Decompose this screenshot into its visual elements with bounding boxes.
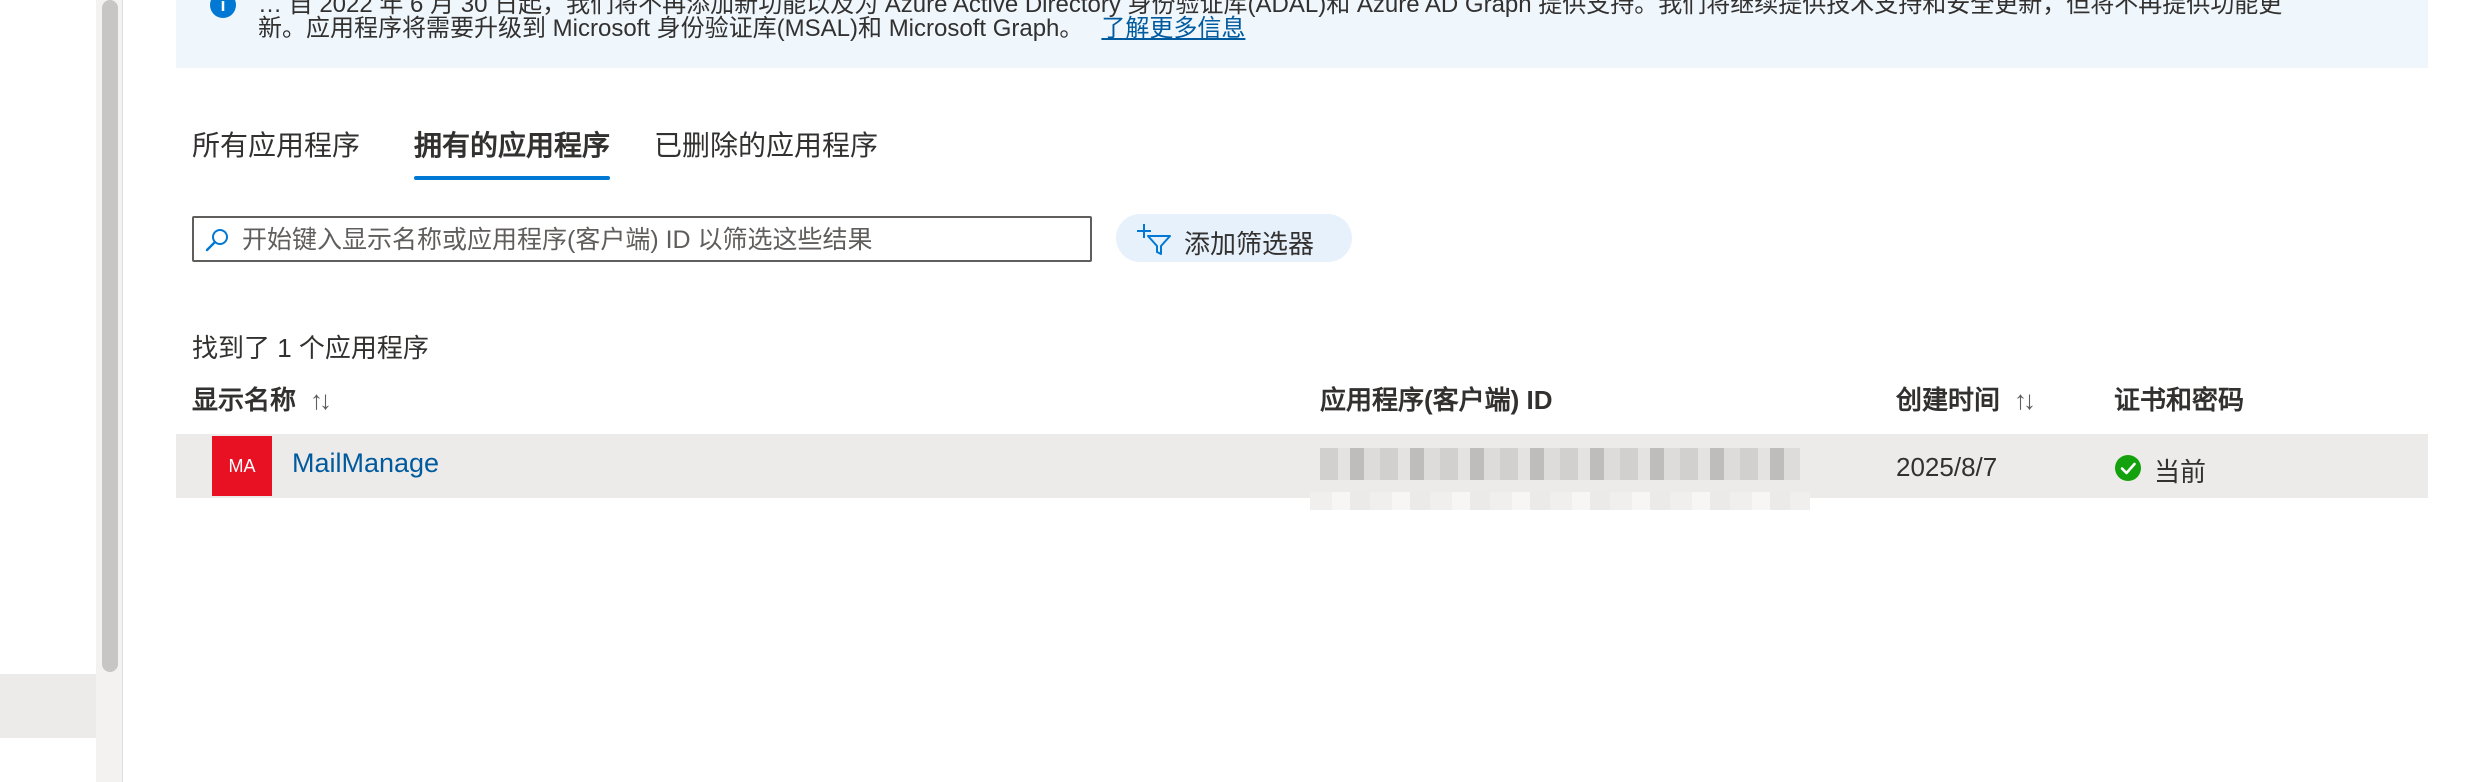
column-header-client-id: 应用程序(客户端) ID xyxy=(1320,380,1553,417)
search-input[interactable] xyxy=(240,222,1084,258)
check-circle-icon xyxy=(2115,455,2141,481)
column-header-label: 应用程序(客户端) ID xyxy=(1320,385,1553,415)
app-avatar: MA xyxy=(212,436,272,496)
info-banner: i … 自 2022 年 6 月 30 日起，我们将不再添加新功能以及为 Azu… xyxy=(176,0,2428,68)
column-header-label: 创建时间 xyxy=(1896,385,2001,415)
sort-icon[interactable]: ↑↓ xyxy=(2014,385,2036,415)
tab-owned-applications[interactable]: 拥有的应用程序 xyxy=(414,124,611,180)
sort-icon[interactable]: ↑↓ xyxy=(310,385,332,415)
client-id-redacted-shadow xyxy=(1310,492,1810,510)
column-header-label: 证书和密码 xyxy=(2114,385,2245,415)
table-row[interactable]: MA MailManage 2025/8/7 当前 xyxy=(176,434,2428,510)
search-box xyxy=(192,216,1092,262)
left-nav xyxy=(0,0,97,782)
scrollbar-thumb[interactable] xyxy=(102,0,118,672)
learn-more-link[interactable]: 了解更多信息 xyxy=(1101,15,1245,42)
column-header-created[interactable]: 创建时间 ↑↓ xyxy=(1896,380,2036,417)
filter-add-icon xyxy=(1137,224,1171,255)
add-filter-label: 添加筛选器 xyxy=(1184,229,1315,259)
app-name-link[interactable]: MailManage xyxy=(292,448,439,479)
cert-status-text: 当前 xyxy=(2154,457,2207,487)
tab-all-applications[interactable]: 所有应用程序 xyxy=(192,124,360,164)
created-date: 2025/8/7 xyxy=(1896,452,1998,482)
info-icon: i xyxy=(210,0,236,18)
banner-line-2: 新。应用程序将需要升级到 Microsoft 身份验证库(MSAL)和 Micr… xyxy=(258,8,1245,43)
column-header-label: 显示名称 xyxy=(192,385,297,415)
column-header-certs: 证书和密码 xyxy=(2114,380,2244,417)
banner-text: 新。应用程序将需要升级到 Microsoft 身份验证库(MSAL)和 Micr… xyxy=(258,15,1084,42)
column-header-display-name[interactable]: 显示名称 ↑↓ xyxy=(192,380,332,417)
search-icon xyxy=(205,229,228,252)
left-nav-selected-item[interactable] xyxy=(0,674,96,738)
results-count: 找到了 1 个应用程序 xyxy=(192,333,429,363)
client-id-redacted xyxy=(1320,448,1800,480)
tab-deleted-applications[interactable]: 已删除的应用程序 xyxy=(654,124,878,164)
add-filter-button[interactable]: 添加筛选器 xyxy=(1116,214,1352,262)
